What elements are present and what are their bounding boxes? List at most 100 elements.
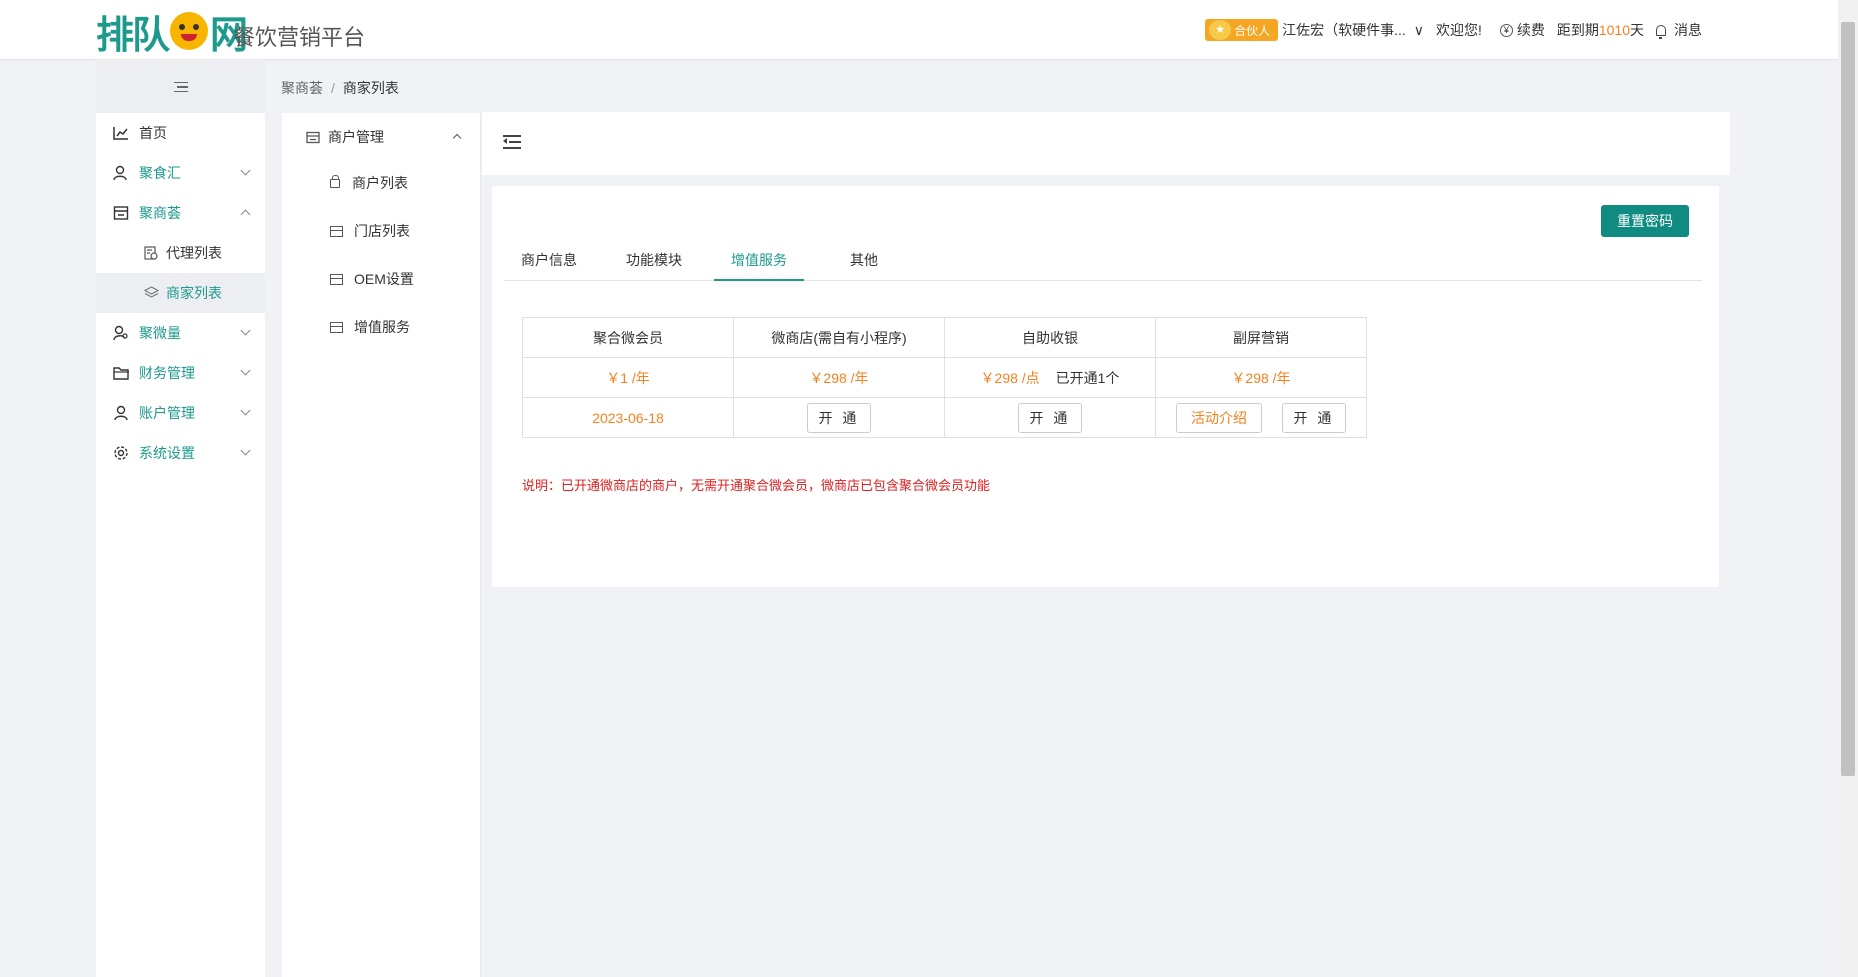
price-text: ￥298 /年: [1231, 369, 1291, 386]
tab-merchant-info[interactable]: 商户信息: [504, 244, 594, 281]
user-name-dropdown[interactable]: 江佐宏（软硬件事... ∨: [1282, 20, 1424, 40]
open-wechat-store-button[interactable]: 开 通: [807, 402, 871, 433]
shop-icon: [330, 273, 343, 285]
chevron-down-icon: [240, 445, 251, 456]
logo-char: 队: [132, 12, 170, 57]
sidebar-item-label: 系统设置: [139, 445, 195, 461]
merchant-subnav: 商户管理 商户列表 门店列表 OEM设置 增值服务: [282, 113, 481, 977]
user-icon: [112, 405, 130, 421]
reset-password-button[interactable]: 重置密码: [1601, 205, 1689, 237]
sidebar-item-jushihui[interactable]: 聚食汇: [96, 153, 265, 193]
expire-days: 1010: [1598, 22, 1630, 38]
chevron-down-icon: ∨: [1413, 22, 1424, 38]
sidebar-subitem-merchant-list[interactable]: 商家列表: [96, 273, 265, 313]
table-header-row: 聚合微会员 微商店(需自有小程序) 自助收银 副屏营销: [522, 317, 1367, 358]
price-text: ￥298 /年: [809, 369, 869, 386]
open-second-screen-button[interactable]: 开 通: [1282, 402, 1346, 433]
shop-icon: [330, 321, 343, 333]
expire-info: 距到期 1010 天: [1557, 20, 1644, 40]
user-name: 江佐宏（软硬件事...: [1282, 22, 1406, 38]
subnav-item-value-added[interactable]: 增值服务: [282, 303, 480, 351]
tab-function-modules[interactable]: 功能模块: [609, 244, 699, 281]
sidebar-item-label: 代理列表: [166, 245, 222, 261]
store-icon: [112, 205, 130, 221]
services-table: 聚合微会员 微商店(需自有小程序) 自助收银 副屏营销 ￥1 /年 ￥298 /…: [522, 317, 1367, 438]
subnav-header-label: 商户管理: [328, 129, 384, 145]
table-action-row: 2023-06-18 开 通 开 通 活动介绍开 通: [522, 397, 1367, 438]
bag-icon: [330, 174, 340, 188]
tab-other[interactable]: 其他: [819, 244, 909, 281]
expire-date-text: 2023-06-18: [592, 409, 664, 426]
page-scrollbar[interactable]: [1838, 0, 1858, 977]
sidebar-item-label: 聚商荟: [139, 205, 181, 221]
subnav-item-label: 门店列表: [354, 223, 410, 239]
welcome-text: 欢迎您!: [1435, 22, 1482, 38]
yen-icon: ¥: [1499, 23, 1513, 37]
sidebar-item-label: 聚食汇: [139, 165, 181, 181]
subnav-item-label: 商户列表: [352, 175, 408, 191]
top-header: 排队网 餐饮营销平台 ★ 合伙人 江佐宏（软硬件事... ∨ 欢迎您! ¥ 续费…: [0, 0, 1838, 60]
activity-intro-button[interactable]: 活动介绍: [1176, 402, 1262, 433]
platform-name: 餐饮营销平台: [233, 25, 366, 50]
sidebar-collapse-button[interactable]: [96, 61, 265, 113]
table-cell: 2023-06-18: [522, 397, 734, 438]
table-header-cell: 微商店(需自有小程序): [733, 317, 945, 358]
sidebar-subitem-agent-list[interactable]: 代理列表: [96, 233, 265, 273]
user-search-icon: [112, 325, 130, 341]
menu-collapse-icon: [173, 82, 188, 92]
user-group-icon: [112, 165, 130, 181]
breadcrumb-parent[interactable]: 聚商荟: [281, 80, 323, 96]
table-cell: 开 通: [733, 397, 945, 438]
sidebar-item-account[interactable]: 账户管理: [96, 393, 265, 433]
table-cell: ￥1 /年: [522, 357, 734, 398]
subnav-item-merchant-list[interactable]: 商户列表: [282, 159, 480, 207]
table-cell: ￥298 /年: [1155, 357, 1367, 398]
chevron-down-icon: [240, 325, 251, 336]
layers-icon: [144, 286, 160, 300]
subnav-item-label: OEM设置: [354, 271, 414, 287]
price-text: ￥1 /年: [606, 369, 650, 386]
table-header-cell: 副屏营销: [1155, 317, 1367, 358]
partner-badge: ★ 合伙人: [1205, 19, 1279, 41]
opened-count-text: 已开通1个: [1055, 369, 1120, 386]
breadcrumb-current: 商家列表: [342, 80, 399, 96]
sidebar-item-finance[interactable]: 财务管理: [96, 353, 265, 393]
logo-mascot-icon: [170, 12, 209, 50]
open-self-checkout-button[interactable]: 开 通: [1018, 402, 1082, 433]
breadcrumb-separator: /: [331, 80, 335, 96]
main-sidebar: 首页 聚食汇 聚商荟 代理列表 商家列表 聚微量 财务管理 账户管理 系统设置: [96, 61, 265, 977]
expire-suffix: 天: [1630, 22, 1644, 38]
tab-bar: 商户信息 功能模块 增值服务 其他: [504, 244, 1702, 281]
menu-fold-icon[interactable]: [503, 135, 521, 150]
table-cell: 开 通: [944, 397, 1156, 438]
price-text: ￥298 /点: [980, 369, 1040, 386]
expire-prefix: 距到期: [1556, 22, 1599, 38]
chevron-down-icon: [240, 365, 251, 376]
gear-icon: [112, 445, 130, 461]
subnav-item-store-list[interactable]: 门店列表: [282, 207, 480, 255]
table-cell: ￥298 /点 已开通1个: [944, 357, 1156, 398]
sidebar-item-settings[interactable]: 系统设置: [96, 433, 265, 473]
subnav-header-merchant-management[interactable]: 商户管理: [282, 115, 480, 159]
sidebar-item-juweiliang[interactable]: 聚微量: [96, 313, 265, 353]
renew-link[interactable]: ¥ 续费: [1499, 20, 1545, 40]
scrollbar-thumb[interactable]: [1841, 22, 1855, 776]
sidebar-item-home[interactable]: 首页: [96, 113, 265, 153]
subnav-item-oem-settings[interactable]: OEM设置: [282, 255, 480, 303]
table-header-cell: 聚合微会员: [522, 317, 734, 358]
sidebar-item-jushanghui[interactable]: 聚商荟: [96, 193, 265, 233]
messages-link[interactable]: 消息: [1656, 20, 1702, 40]
shop-icon: [330, 225, 343, 237]
chart-icon: [112, 125, 130, 141]
table-price-row: ￥1 /年 ￥298 /年 ￥298 /点 已开通1个 ￥298 /年: [522, 357, 1367, 398]
header-user-area: ★ 合伙人 江佐宏（软硬件事... ∨ 欢迎您! ¥ 续费 距到期 1010 天 消…: [1205, 19, 1702, 41]
tab-value-added-services[interactable]: 增值服务: [714, 244, 804, 281]
bell-icon: [1656, 24, 1666, 39]
chevron-down-icon: [240, 165, 251, 176]
chevron-up-icon: [240, 209, 251, 220]
logo-char: 排: [96, 12, 134, 57]
value-added-card: 重置密码 商户信息 功能模块 增值服务 其他 聚合微会员 微商店(需自有小程序)…: [492, 186, 1719, 587]
sidebar-item-label: 账户管理: [139, 405, 195, 421]
folder-icon: [112, 365, 130, 381]
messages-label: 消息: [1674, 22, 1702, 38]
